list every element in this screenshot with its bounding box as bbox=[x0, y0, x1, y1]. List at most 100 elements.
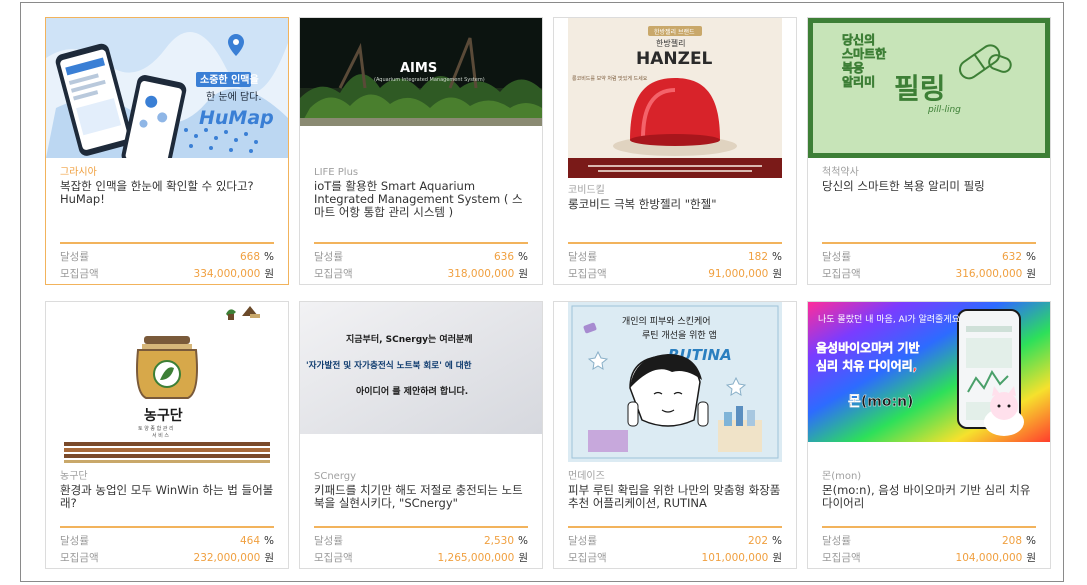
maker-name[interactable]: 그라시아 bbox=[60, 166, 274, 179]
mon-logo: 몬(mo:n) bbox=[848, 394, 913, 410]
progress-bar bbox=[568, 242, 782, 244]
maker-name[interactable]: 척척약사 bbox=[822, 166, 1036, 179]
amount-value: 316,000,000 bbox=[955, 268, 1023, 280]
rate-value: 668 bbox=[239, 251, 261, 263]
svg-text:복용: 복용 bbox=[842, 60, 864, 75]
amount-value: 1,265,000,000 bbox=[437, 552, 515, 564]
svg-text:루틴 개선을 위한 앱: 루틴 개선을 위한 앱 bbox=[642, 329, 717, 341]
project-title[interactable]: 피부 루틴 확립을 위한 나만의 맞춤형 화장품 추천 어플리케이션, RUTI… bbox=[568, 484, 782, 512]
amount-value: 232,000,000 bbox=[193, 552, 261, 564]
rate-value: 202 bbox=[747, 535, 769, 547]
amount-row: 모집금액 1,265,000,000 원 bbox=[314, 552, 528, 564]
svg-text:서 비 스: 서 비 스 bbox=[152, 432, 169, 439]
svg-text:당신의: 당신의 bbox=[842, 32, 875, 47]
progress-bar bbox=[822, 242, 1036, 244]
rate-row: 달성률 464% bbox=[60, 535, 274, 547]
project-thumbnail[interactable]: 당신의 스마트한 복용 알리미 필링 pill-ling bbox=[808, 18, 1050, 158]
rate-value: 636 bbox=[493, 251, 515, 263]
svg-text:토 양 종 합 관 리: 토 양 종 합 관 리 bbox=[138, 425, 174, 432]
humap-logo: HuMap bbox=[199, 107, 274, 129]
svg-text:한방젤리 브랜드: 한방젤리 브랜드 bbox=[654, 28, 695, 36]
project-thumbnail[interactable]: 소중한 인맥을 한 눈에 담다. HuMap bbox=[46, 18, 288, 158]
project-thumbnail[interactable]: 한방젤리 브랜드 한방젤리 HANZEL 롱코비드를 보약 처럼 맛있게 드세요 bbox=[568, 18, 782, 178]
project-card-pilling[interactable]: 당신의 스마트한 복용 알리미 필링 pill-ling 척척약사 당신의 스마… bbox=[807, 17, 1051, 285]
progress-bar bbox=[314, 526, 528, 528]
amount-row: 모집금액 104,000,000 원 bbox=[822, 552, 1036, 564]
project-title[interactable]: 복잡한 인맥을 한눈에 확인할 수 있다고? HuMap! bbox=[60, 180, 274, 222]
amount-row: 모집금액 316,000,000 원 bbox=[822, 268, 1036, 280]
svg-text:음성바이오마커 기반: 음성바이오마커 기반 bbox=[816, 340, 920, 355]
rate-value: 182 bbox=[747, 251, 769, 263]
project-thumbnail[interactable]: AIMS (Aquarium Integrated Management Sys… bbox=[300, 18, 542, 126]
project-thumbnail[interactable]: 개인의 피부와 스킨케어 루틴 개선을 위한 앱 RUTINA bbox=[568, 302, 782, 462]
project-title[interactable]: 롱코비드 극복 한방젤리 "한젤" bbox=[568, 198, 782, 226]
maker-name[interactable]: 몬(mon) bbox=[822, 470, 1036, 483]
pilling-logo: 필링 bbox=[894, 72, 946, 105]
svg-text:한 눈에 담다.: 한 눈에 담다. bbox=[206, 91, 262, 103]
rate-row: 달성률 208% bbox=[822, 535, 1036, 547]
svg-text:심리 치유 다이어리,: 심리 치유 다이어리, bbox=[816, 358, 917, 373]
rate-row: 달성률 668% bbox=[60, 251, 274, 263]
progress-bar bbox=[314, 242, 528, 244]
project-card-humap[interactable]: 소중한 인맥을 한 눈에 담다. HuMap 그라시아 복잡한 인맥을 한눈에 … bbox=[45, 17, 289, 285]
amount-row: 모집금액 232,000,000 원 bbox=[60, 552, 274, 564]
svg-text:지금부터, SCnergy는 여러분께: 지금부터, SCnergy는 여러분께 bbox=[346, 333, 473, 345]
svg-text:롱코비드를 보약 처럼 맛있게 드세요: 롱코비드를 보약 처럼 맛있게 드세요 bbox=[572, 75, 648, 82]
svg-text:나도 몰랐던 내 마음, AI가 알려줄게요: 나도 몰랐던 내 마음, AI가 알려줄게요 bbox=[818, 313, 960, 325]
amount-value: 104,000,000 bbox=[955, 552, 1023, 564]
project-card-nongudan[interactable]: 농구단 토 양 종 합 관 리 서 비 스 농구단 환경과 농업인 모두 Win… bbox=[45, 301, 289, 569]
project-title[interactable]: 몬(mo:n), 음성 바이오마커 기반 심리 치유 다이어리 bbox=[822, 484, 1036, 512]
project-card-rutina[interactable]: 개인의 피부와 스킨케어 루틴 개선을 위한 앱 RUTINA 먼데이즈 피부 … bbox=[553, 301, 797, 569]
maker-name[interactable]: 농구단 bbox=[60, 470, 274, 483]
rate-value: 464 bbox=[239, 535, 261, 547]
amount-row: 모집금액 334,000,000 원 bbox=[60, 268, 274, 280]
hanzel-logo: HANZEL bbox=[636, 49, 713, 69]
amount-value: 334,000,000 bbox=[193, 268, 261, 280]
svg-text:'자가발전 및 자가충전식 노트북 회로' 에 대한: '자가발전 및 자가충전식 노트북 회로' 에 대한 bbox=[306, 359, 472, 371]
project-thumbnail[interactable]: 나도 몰랐던 내 마음, AI가 알려줄게요 음성바이오마커 기반 심리 치유 … bbox=[808, 302, 1050, 442]
svg-text:스마트한: 스마트한 bbox=[842, 46, 886, 61]
project-thumbnail[interactable]: 농구단 토 양 종 합 관 리 서 비 스 bbox=[46, 302, 288, 464]
project-card-mon[interactable]: 나도 몰랐던 내 마음, AI가 알려줄게요 음성바이오마커 기반 심리 치유 … bbox=[807, 301, 1051, 569]
rate-row: 달성률 202% bbox=[568, 535, 782, 547]
project-title[interactable]: 당신의 스마트한 복용 알리미 필링 bbox=[822, 180, 1036, 222]
maker-name[interactable]: 코비드킬 bbox=[568, 184, 782, 197]
maker-name[interactable]: LIFE Plus bbox=[314, 166, 528, 179]
seed-bag-icon bbox=[136, 336, 198, 399]
progress-bar bbox=[822, 526, 1036, 528]
nongudan-logo: 농구단 bbox=[144, 407, 183, 424]
project-card-scnergy[interactable]: 지금부터, SCnergy는 여러분께 '자가발전 및 자가충전식 노트북 회로… bbox=[299, 301, 543, 569]
maker-name[interactable]: SCnergy bbox=[314, 470, 528, 483]
svg-text:(Aquarium Integrated Managemen: (Aquarium Integrated Management System) bbox=[374, 77, 485, 83]
amount-value: 101,000,000 bbox=[701, 552, 769, 564]
project-grid: 소중한 인맥을 한 눈에 담다. HuMap 그라시아 복잡한 인맥을 한눈에 … bbox=[20, 2, 1064, 582]
amount-value: 91,000,000 bbox=[708, 268, 769, 280]
maker-name[interactable]: 먼데이즈 bbox=[568, 470, 782, 483]
project-thumbnail[interactable]: 지금부터, SCnergy는 여러분께 '자가발전 및 자가충전식 노트북 회로… bbox=[300, 302, 542, 434]
svg-text:알리미: 알리미 bbox=[842, 74, 875, 89]
project-card-aims[interactable]: AIMS (Aquarium Integrated Management Sys… bbox=[299, 17, 543, 285]
amount-row: 모집금액 91,000,000 원 bbox=[568, 268, 782, 280]
rate-row: 달성률 182% bbox=[568, 251, 782, 263]
project-title[interactable]: ioT를 활용한 Smart Aquarium Integrated Manag… bbox=[314, 180, 528, 222]
rate-value: 2,530 bbox=[483, 535, 515, 547]
svg-text:pill-ling: pill-ling bbox=[927, 105, 961, 115]
aims-logo: AIMS bbox=[400, 61, 437, 76]
thumb-line1: 소중한 인맥을 bbox=[200, 73, 259, 86]
amount-row: 모집금액 101,000,000 원 bbox=[568, 552, 782, 564]
rate-row: 달성률 632% bbox=[822, 251, 1036, 263]
amount-value: 318,000,000 bbox=[447, 268, 515, 280]
rate-value: 632 bbox=[1001, 251, 1023, 263]
progress-bar bbox=[568, 526, 782, 528]
svg-text:아이디어 를 제안하려 합니다.: 아이디어 를 제안하려 합니다. bbox=[356, 385, 468, 397]
svg-text:개인의 피부와 스킨케어: 개인의 피부와 스킨케어 bbox=[622, 315, 711, 327]
rate-row: 달성률 2,530% bbox=[314, 535, 528, 547]
rate-row: 달성률 636% bbox=[314, 251, 528, 263]
project-title[interactable]: 키패드를 치기만 해도 저절로 충전되는 노트북을 실현시키다, "SCnerg… bbox=[314, 484, 528, 512]
rate-value: 208 bbox=[1001, 535, 1023, 547]
project-title[interactable]: 환경과 농업인 모두 WinWin 하는 법 들어볼래? bbox=[60, 484, 274, 512]
project-card-hanzel[interactable]: 한방젤리 브랜드 한방젤리 HANZEL 롱코비드를 보약 처럼 맛있게 드세요… bbox=[553, 17, 797, 285]
svg-text:한방젤리: 한방젤리 bbox=[656, 38, 685, 48]
progress-bar bbox=[60, 242, 274, 244]
amount-row: 모집금액 318,000,000 원 bbox=[314, 268, 528, 280]
